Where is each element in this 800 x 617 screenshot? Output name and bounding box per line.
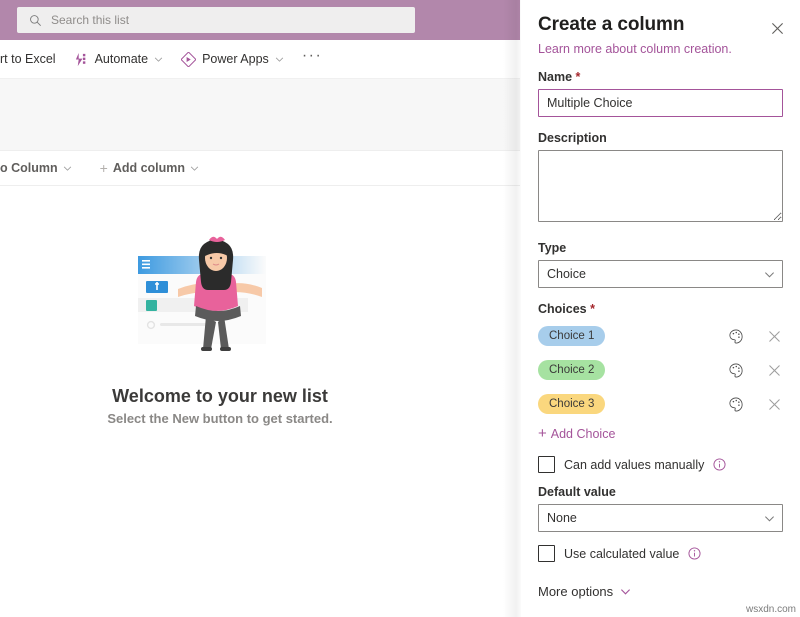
panel-title: Create a column [538, 14, 783, 36]
type-select[interactable]: Choice [538, 260, 783, 288]
use-calculated-value-checkbox[interactable] [538, 545, 555, 562]
default-value-field-group: Default value None [538, 485, 783, 532]
choice-pill[interactable]: Choice 2 [538, 360, 605, 380]
command-power-apps[interactable]: Power Apps [172, 43, 293, 75]
add-column-button[interactable]: + Add column [92, 154, 207, 182]
column-header-label: o Column [0, 161, 58, 175]
plus-icon: + [100, 160, 108, 176]
screenshot-root: rt to Excel Automate Powe [0, 0, 800, 617]
close-glyph [768, 330, 781, 343]
close-icon[interactable] [764, 15, 790, 41]
overflow-icon: ··· [302, 47, 322, 65]
chevron-down-icon [275, 55, 284, 64]
can-add-manually-checkbox[interactable] [538, 456, 555, 473]
palette-glyph [728, 362, 744, 378]
close-glyph [771, 22, 784, 35]
choices-label: Choices * [538, 302, 783, 316]
use-calculated-value-label: Use calculated value [564, 547, 679, 561]
description-label: Description [538, 131, 783, 145]
choice-row: Choice 1 [538, 322, 783, 350]
search-box[interactable] [17, 7, 415, 33]
more-options-label: More options [538, 584, 613, 599]
chevron-down-icon [620, 586, 631, 597]
type-label: Type [538, 241, 783, 255]
default-value-select[interactable]: None [538, 504, 783, 532]
choices-field-group: Choices * [538, 302, 783, 316]
automate-icon [74, 52, 89, 67]
column-header-bar: o Column + Add column [0, 150, 520, 186]
list-subnav-area [0, 79, 520, 150]
name-input[interactable] [538, 89, 783, 117]
list-empty-body: Welcome to your new list Select the New … [0, 186, 520, 617]
command-label: Power Apps [202, 52, 269, 66]
use-calculated-value-row: Use calculated value [538, 545, 783, 562]
plus-icon: + [538, 426, 547, 441]
palette-glyph [728, 396, 744, 412]
can-add-manually-row: Can add values manually [538, 456, 783, 473]
remove-choice-icon[interactable] [765, 395, 783, 413]
chevron-down-icon [154, 55, 163, 64]
add-choice-label: Add Choice [551, 427, 616, 441]
required-asterisk: * [576, 70, 581, 84]
choices-list: Choice 1 [538, 322, 783, 418]
command-bar: rt to Excel Automate Powe [0, 40, 520, 79]
command-export-to-excel[interactable]: rt to Excel [0, 43, 65, 75]
command-label: Automate [95, 52, 149, 66]
panel-header: Create a column [521, 0, 800, 36]
choice-row: Choice 2 [538, 356, 783, 384]
default-value-select-wrapper: None [538, 504, 783, 532]
list-header-bar [0, 0, 520, 40]
info-icon[interactable] [688, 547, 701, 560]
close-glyph [768, 364, 781, 377]
column-header-info-column[interactable]: o Column [0, 154, 80, 182]
learn-more-link[interactable]: Learn more about column creation. [538, 42, 783, 56]
create-column-panel: Create a column Learn more about column … [521, 0, 800, 617]
name-field-group: Name * [538, 70, 783, 117]
choice-actions [727, 361, 783, 379]
required-asterisk: * [590, 302, 595, 316]
palette-icon[interactable] [727, 361, 745, 379]
watermark: wsxdn.com [746, 604, 796, 615]
command-automate[interactable]: Automate [65, 43, 173, 75]
remove-choice-icon[interactable] [765, 327, 783, 345]
chevron-down-icon [190, 164, 199, 173]
palette-glyph [728, 328, 744, 344]
choice-row: Choice 3 [538, 390, 783, 418]
description-field-group: Description [538, 131, 783, 227]
command-overflow-button[interactable]: ··· [293, 43, 331, 75]
power-apps-icon [181, 52, 196, 67]
person-with-list-illustration [120, 226, 320, 376]
name-label-text: Name [538, 70, 572, 84]
info-icon[interactable] [713, 458, 726, 471]
choice-pill[interactable]: Choice 1 [538, 326, 605, 346]
search-icon [29, 14, 42, 27]
more-options-button[interactable]: More options [538, 584, 631, 599]
choices-label-text: Choices [538, 302, 587, 316]
can-add-manually-label: Can add values manually [564, 458, 704, 472]
search-input[interactable] [51, 13, 381, 27]
default-value-label: Default value [538, 485, 783, 499]
chevron-down-icon [63, 164, 72, 173]
choice-actions [727, 327, 783, 345]
add-choice-button[interactable]: + Add Choice [538, 426, 615, 441]
type-select-value: Choice [547, 267, 586, 281]
empty-state: Welcome to your new list Select the New … [0, 226, 440, 426]
palette-icon[interactable] [727, 395, 745, 413]
add-column-label: Add column [113, 161, 185, 175]
palette-icon[interactable] [727, 327, 745, 345]
remove-choice-icon[interactable] [765, 361, 783, 379]
type-select-wrapper: Choice [538, 260, 783, 288]
default-value-select-value: None [547, 511, 577, 525]
sharepoint-list-view: rt to Excel Automate Powe [0, 0, 520, 617]
name-label: Name * [538, 70, 783, 84]
page-title: Welcome to your new list [112, 386, 328, 407]
empty-state-subtitle: Select the New button to get started. [107, 411, 332, 426]
description-textarea[interactable] [538, 150, 783, 222]
choice-actions [727, 395, 783, 413]
close-glyph [768, 398, 781, 411]
command-label: rt to Excel [0, 52, 56, 66]
choice-pill[interactable]: Choice 3 [538, 394, 605, 414]
type-field-group: Type Choice [538, 241, 783, 288]
